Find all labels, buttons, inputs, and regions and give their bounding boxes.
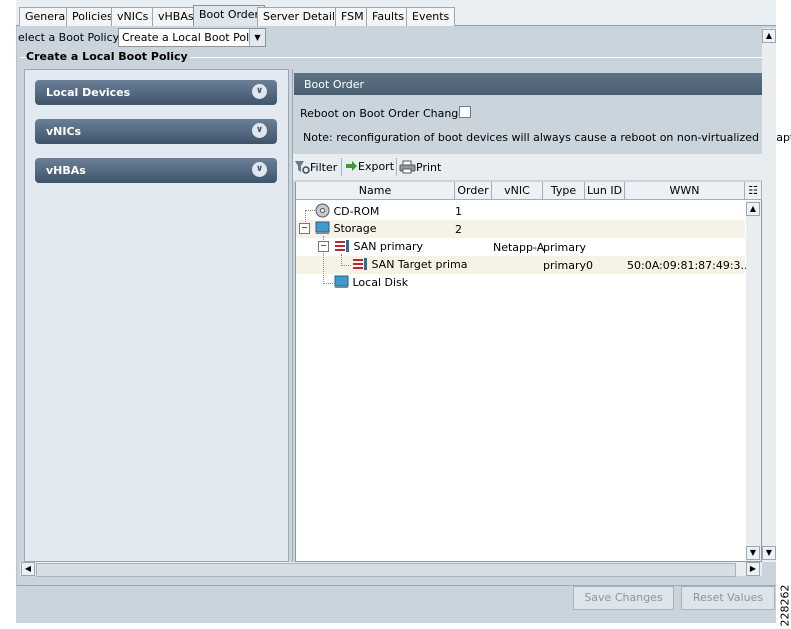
column-chooser-icon[interactable]: ☷ (745, 182, 762, 200)
row-vnic: Netapp-A (493, 241, 545, 254)
accordion-label: vHBAs (46, 164, 86, 177)
boot-policy-value: Create a Local Boot Policy (122, 31, 265, 44)
tab-faults[interactable]: Faults (366, 7, 411, 26)
reboot-checkbox[interactable] (459, 106, 471, 118)
table-row[interactable]: SAN Target prima (352, 257, 467, 271)
row-wwn: 50:0A:09:81:87:49:3... (627, 259, 752, 272)
tree-connector (341, 265, 351, 267)
tree-connector (323, 283, 333, 285)
accordion-vhbas[interactable]: vHBAs ∨ (35, 158, 277, 183)
export-button[interactable]: Export (345, 160, 394, 173)
filter-label: Filter (310, 161, 338, 174)
table-row[interactable]: SAN primary (334, 239, 423, 253)
chevron-down-icon: ∨ (252, 162, 267, 177)
scroll-down-icon[interactable]: ▼ (746, 546, 760, 560)
dropdown-arrow-icon[interactable]: ▼ (249, 29, 265, 46)
chevron-down-icon: ∨ (252, 123, 267, 138)
cd-rom-icon (315, 203, 330, 218)
row-name: SAN Target prima (371, 258, 468, 271)
printer-icon (399, 160, 416, 174)
print-button[interactable]: Print (399, 160, 441, 174)
save-changes-button[interactable]: Save Changes (573, 586, 674, 610)
row-type: primary (543, 259, 587, 272)
row-order: 1 (455, 205, 462, 218)
storage-icon (315, 221, 330, 234)
row-name: CD-ROM (333, 205, 380, 218)
boot-order-header: Boot Order (294, 73, 762, 95)
boot-policy-label: elect a Boot Policy: (18, 31, 123, 44)
figure-id: 228262 (778, 584, 791, 627)
scroll-up-icon[interactable]: ▲ (746, 202, 760, 216)
toolbar-separator (396, 158, 397, 176)
collapse-toggle-icon[interactable]: − (318, 241, 329, 252)
row-name: Local Disk (352, 276, 409, 289)
row-name: Storage (333, 222, 377, 235)
toolbar-separator (341, 158, 342, 176)
local-disk-icon (334, 275, 349, 288)
export-arrow-icon (346, 161, 357, 171)
tab-events[interactable]: Events (406, 7, 456, 26)
filter-icon (295, 161, 310, 174)
accordion-local-devices[interactable]: Local Devices ∨ (35, 80, 277, 105)
column-header-wwn[interactable]: WWN (625, 182, 745, 200)
accordion-vnics[interactable]: vNICs ∨ (35, 119, 277, 144)
horizontal-scroll-thumb[interactable] (36, 563, 736, 577)
panel-scrollbar[interactable] (762, 28, 776, 562)
tab-fsm[interactable]: FSM (335, 7, 370, 26)
section-title: Create a Local Boot Policy (26, 50, 190, 63)
column-header-name[interactable]: Name (296, 182, 455, 200)
filter-button[interactable]: Filter (294, 160, 337, 174)
collapse-toggle-icon[interactable]: − (299, 223, 310, 234)
reset-values-button[interactable]: Reset Values (681, 586, 775, 610)
print-label: Print (416, 161, 442, 174)
chevron-down-icon: ∨ (252, 84, 267, 99)
table-row[interactable]: Local Disk (334, 275, 408, 289)
scroll-down-icon[interactable]: ▼ (762, 546, 776, 560)
tab-boot-order[interactable]: Boot Order (193, 5, 266, 27)
column-header-lun[interactable]: Lun ID (585, 182, 625, 200)
san-icon (335, 240, 349, 252)
boot-order-title: Boot Order (304, 78, 365, 91)
export-label: Export (358, 160, 395, 173)
row-order: 2 (455, 223, 462, 236)
row-lun: 0 (586, 259, 593, 272)
table-scrollbar[interactable] (746, 201, 761, 561)
tab-server-details[interactable]: Server Details (257, 7, 347, 26)
tab-vnics[interactable]: vNICs (111, 7, 155, 26)
column-header-order[interactable]: Order (455, 182, 492, 200)
table-row[interactable]: Storage (315, 221, 377, 235)
reboot-note: Note: reconfiguration of boot devices wi… (303, 131, 791, 144)
column-header-vnic[interactable]: vNIC (492, 182, 543, 200)
row-type: primary (543, 241, 587, 254)
san-target-icon (353, 258, 367, 270)
accordion-label: vNICs (46, 125, 82, 138)
scroll-up-icon[interactable]: ▲ (762, 29, 776, 43)
scroll-right-icon[interactable]: ▶ (746, 562, 760, 576)
reboot-label: Reboot on Boot Order Change: (300, 107, 469, 120)
column-header-type[interactable]: Type (543, 182, 585, 200)
table-row[interactable]: CD-ROM (315, 203, 379, 218)
row-name: SAN primary (353, 240, 424, 253)
accordion-label: Local Devices (46, 86, 131, 99)
scroll-left-icon[interactable]: ◀ (21, 562, 35, 576)
